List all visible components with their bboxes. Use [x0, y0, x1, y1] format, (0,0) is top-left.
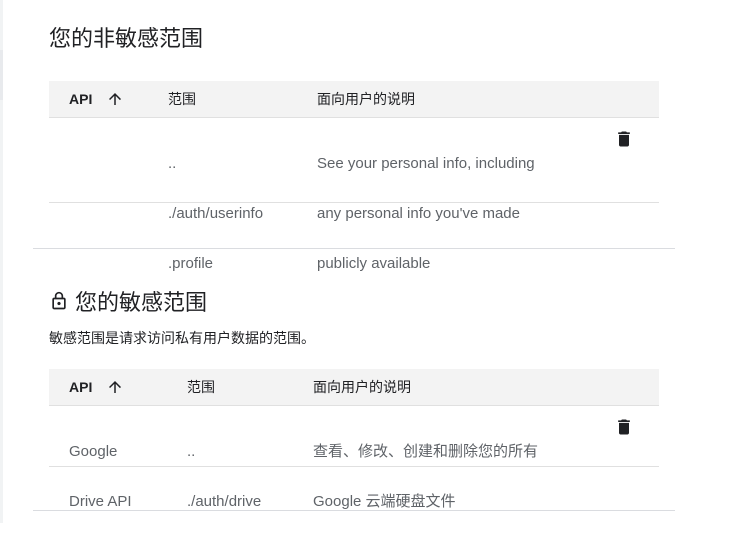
- description-line: publicly available: [317, 255, 431, 272]
- column-header-scope: 范围: [187, 379, 215, 395]
- left-rail-marker: [0, 50, 3, 100]
- column-header-scope: 范围: [168, 91, 196, 107]
- column-header-api-label: API: [69, 379, 93, 395]
- column-header-api[interactable]: API: [69, 81, 124, 117]
- column-header-user-description: 面向用户的说明: [313, 379, 411, 395]
- trash-icon: [618, 131, 630, 147]
- scope-cell: .. ./auth/drive: [187, 414, 261, 539]
- arrow-upward-icon[interactable]: [106, 378, 124, 396]
- column-header-user-description: 面向用户的说明: [317, 91, 415, 107]
- sensitive-scopes-table: API 范围 面向用户的说明 Google Drive API .. ./aut…: [49, 369, 659, 510]
- delete-scope-button[interactable]: [612, 127, 636, 151]
- lock-icon: [52, 291, 66, 310]
- table-row: .. ./auth/userinfo .profile See your per…: [49, 118, 659, 272]
- scope-line: .profile: [168, 255, 214, 272]
- sensitive-scopes-description: 敏感范围是请求访问私有用户数据的范围。: [49, 330, 315, 346]
- column-header-api[interactable]: API: [69, 369, 124, 405]
- table-header: API 范围 面向用户的说明: [49, 81, 659, 118]
- table-header: API 范围 面向用户的说明: [49, 369, 659, 406]
- section-divider: [33, 510, 675, 511]
- trash-icon: [618, 419, 630, 435]
- api-line: Google: [69, 443, 118, 460]
- description-line: See your personal info, including: [317, 155, 535, 172]
- section-divider: [33, 248, 675, 249]
- sensitive-scopes-title: 您的敏感范围: [49, 285, 207, 317]
- non-sensitive-scopes-title: 您的非敏感范围: [49, 26, 204, 51]
- scope-line: ..: [187, 443, 196, 460]
- scope-line: ..: [168, 155, 177, 172]
- user-description-cell: See your personal info, including any pe…: [317, 126, 535, 301]
- table-row: Google Drive API .. ./auth/drive 查看、修改、创…: [49, 406, 659, 510]
- scope-cell: .. ./auth/userinfo .profile: [168, 126, 263, 301]
- api-cell: Google Drive API: [69, 414, 132, 539]
- description-line: 查看、修改、创建和删除您的所有: [313, 443, 539, 460]
- arrow-upward-icon[interactable]: [106, 90, 124, 108]
- column-header-api-label: API: [69, 91, 93, 107]
- delete-scope-button[interactable]: [612, 415, 636, 439]
- description-line: any personal info you've made: [317, 205, 520, 222]
- user-description-cell: 查看、修改、创建和删除您的所有 Google 云端硬盘文件: [313, 414, 538, 539]
- non-sensitive-scopes-table: API 范围 面向用户的说明 .. ./auth/userinfo .profi…: [49, 81, 659, 272]
- scope-line: ./auth/userinfo: [168, 205, 264, 222]
- sensitive-scopes-title-label: 您的敏感范围: [75, 290, 208, 315]
